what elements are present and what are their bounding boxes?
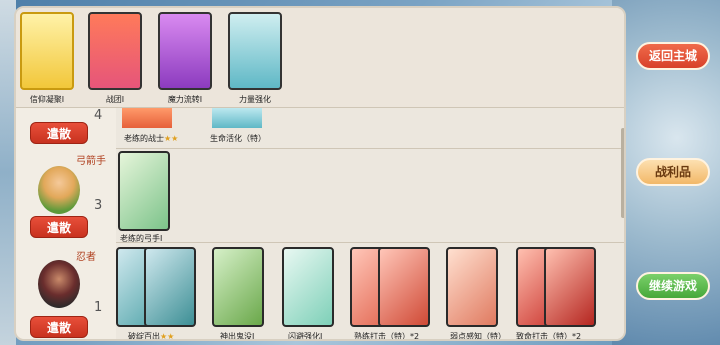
card-skilled-strike[interactable] <box>378 247 430 327</box>
card-label: 魔力流转I <box>167 95 203 104</box>
card-label: 破绽百出★★ <box>128 332 175 341</box>
ninja-avatar <box>38 260 80 308</box>
hero-count: 4 <box>94 108 103 123</box>
card-life-activation[interactable] <box>212 108 262 128</box>
hero-row-warrior: 4 遣散 <box>16 108 112 148</box>
card-veteran-archer[interactable] <box>118 151 170 231</box>
hero-row-archer: 弓箭手 3 遣散 <box>16 148 112 242</box>
card-mana-flow[interactable] <box>158 12 212 90</box>
hero-row-ninja: 忍者 1 遣散 <box>16 242 112 339</box>
card-label: 闪避强化I <box>288 332 323 341</box>
card-label: 熟练打击（特）*2 <box>354 332 420 341</box>
card-label: 力量强化 <box>239 95 271 104</box>
card-full-of-flaws[interactable] <box>144 247 196 327</box>
card-row-archer: 老练的弓手I <box>116 148 624 243</box>
scrollbar[interactable] <box>621 128 624 218</box>
dismiss-button[interactable]: 遣散 <box>30 122 88 144</box>
card-veteran-warrior[interactable] <box>122 108 172 128</box>
card-label: 老练的战士★★ <box>124 134 179 143</box>
return-city-button[interactable]: 返回主城 <box>636 42 710 70</box>
top-card-strip: 信仰凝聚I 战团I 魔力流转I 力量强化 <box>16 8 624 108</box>
hero-class-label: 忍者 <box>76 252 96 263</box>
card-weakness-sense[interactable] <box>446 247 498 327</box>
dismiss-button[interactable]: 遣散 <box>30 316 88 338</box>
card-label: 神出鬼没I <box>220 332 255 341</box>
card-label: 战团I <box>105 95 125 104</box>
continue-game-button[interactable]: 继续游戏 <box>636 272 710 300</box>
dismiss-button[interactable]: 遣散 <box>30 216 88 238</box>
hero-class-label: 弓箭手 <box>76 156 106 167</box>
loot-button[interactable]: 战利品 <box>636 158 710 186</box>
card-row-warrior: 老练的战士★★ 生命活化（特） <box>116 108 624 148</box>
hero-count: 1 <box>94 300 103 315</box>
card-strength[interactable] <box>228 12 282 90</box>
card-label: 信仰凝聚I <box>29 95 65 104</box>
card-label: 弱点感知（特） <box>450 332 506 341</box>
card-faith[interactable] <box>20 12 74 90</box>
archer-avatar <box>38 166 80 214</box>
card-label: 致命打击（特）*2 <box>516 332 582 341</box>
card-row-ninja: 破绽百出★★ 神出鬼没I 闪避强化I 熟练打击（特）*2 弱点感知（特） 致命打… <box>116 242 624 341</box>
hero-count: 3 <box>94 198 103 213</box>
card-evasion-boost[interactable] <box>282 247 334 327</box>
deck-panel: 信仰凝聚I 战团I 魔力流转I 力量强化 4 遣散 老练的战士★★ 生命活化（特… <box>14 6 626 341</box>
card-war-band[interactable] <box>88 12 142 90</box>
card-fatal-strike[interactable] <box>544 247 596 327</box>
card-phantom[interactable] <box>212 247 264 327</box>
card-label: 生命活化（特） <box>210 134 266 143</box>
